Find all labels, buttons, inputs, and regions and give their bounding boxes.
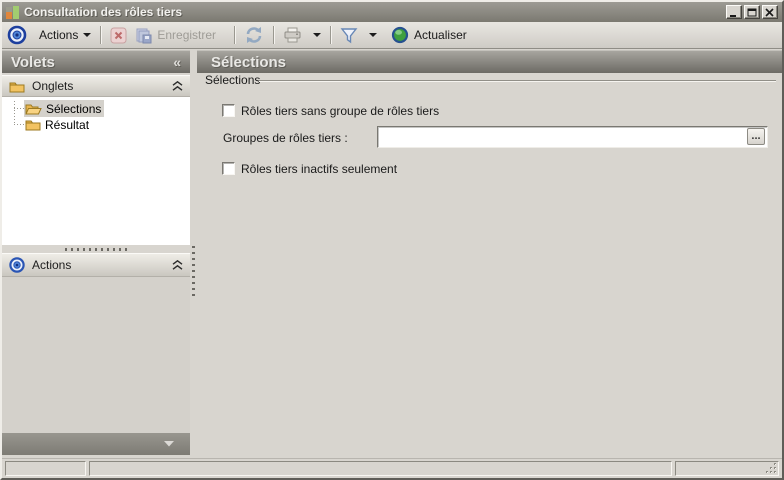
folder-icon [9,80,25,93]
delete-button[interactable] [106,25,131,46]
chevron-down-icon [83,33,92,37]
print-button[interactable] [279,25,325,45]
delete-icon [110,27,127,44]
browse-button[interactable]: ... [747,128,765,145]
app-icon [6,5,19,19]
actualiser-icon [391,26,409,44]
status-bar [2,458,782,478]
tree-connector-line [14,124,24,125]
minimize-button[interactable] [726,5,742,19]
vertical-splitter[interactable] [190,50,197,458]
onglets-section-header[interactable]: Onglets [2,75,190,97]
selections-panel-title: Sélections [211,53,287,71]
checkbox-inactive[interactable] [222,162,235,175]
chevron-down-icon [164,441,174,447]
toolbar: Actions Enregistrer Actualiser [2,22,782,49]
tree-item-label: Sélections [46,101,102,116]
resize-grip-icon[interactable] [765,462,777,474]
save-button[interactable]: Enregistrer [131,25,220,46]
selections-form: Sélections Rôles tiers sans groupe de rô… [197,73,782,458]
actualiser-button[interactable]: Actualiser [387,24,471,46]
volets-panel-header: Volets « [2,50,190,73]
panel-bottom-bar[interactable] [2,433,190,455]
checkbox-no-group[interactable] [222,104,235,117]
printer-icon [283,27,302,43]
groupbox-line [259,80,776,82]
collapse-panel-icon[interactable]: « [173,54,181,70]
refresh-icon [244,26,264,44]
target-icon [9,257,25,273]
save-icon [135,27,152,44]
app-window: Consultation des rôles tiers Actions Enr… [0,0,784,480]
toolbar-separator [330,26,332,44]
window-controls [726,5,778,19]
splitter-grip [192,246,195,298]
chevron-down-icon [369,33,378,37]
titlebar: Consultation des rôles tiers [2,2,782,22]
toolbar-separator [234,26,236,44]
checkbox-no-group-label: Rôles tiers sans groupe de rôles tiers [241,104,440,118]
onglets-tree: Sélections Résultat [2,97,190,245]
group-field-input[interactable] [380,129,744,145]
splitter-grip [65,248,127,251]
tree-item-selections[interactable]: Sélections [24,100,105,117]
status-panel-3 [675,461,779,476]
actualiser-button-label: Actualiser [414,28,467,42]
collapse-section-icon[interactable] [172,260,183,270]
checkbox-inactive-label: Rôles tiers inactifs seulement [241,162,398,176]
status-panel-1 [5,461,86,476]
selections-panel-header: Sélections [197,50,782,73]
actions-section-header[interactable]: Actions [2,253,190,277]
horizontal-splitter[interactable] [2,245,190,253]
tree-item-label: Résultat [45,117,90,132]
volets-panel-title: Volets [11,53,55,71]
actions-menu-button[interactable]: Actions [35,26,95,44]
status-panel-2 [89,461,672,476]
folder-icon [25,118,41,131]
toolbar-separator [273,26,275,44]
groupbox-label: Sélections [205,73,261,87]
actions-section-body [2,277,190,433]
toolbar-separator [100,26,102,44]
folder-open-icon [25,102,42,115]
close-button[interactable] [762,5,778,19]
group-field-label: Groupes de rôles tiers : [223,131,348,145]
chevron-down-icon [313,33,322,37]
tree-connector-line [14,101,15,125]
collapse-section-icon[interactable] [172,81,183,91]
filter-button[interactable] [336,25,381,46]
window-title: Consultation des rôles tiers [24,5,183,19]
tree-item-resultat[interactable]: Résultat [24,116,92,133]
target-icon [7,25,27,45]
actions-menu-label: Actions [39,28,79,42]
save-button-label: Enregistrer [157,28,217,42]
actions-section-label: Actions [32,258,72,272]
filter-icon [340,27,358,44]
refresh-button[interactable] [240,24,268,46]
tree-connector-line [14,108,24,109]
maximize-button[interactable] [744,5,760,19]
group-field: ... [377,126,768,148]
onglets-section-label: Onglets [32,79,74,93]
